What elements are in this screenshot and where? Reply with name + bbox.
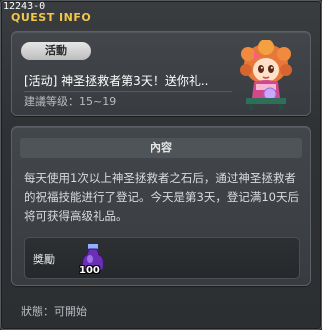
npc-portrait-icon xyxy=(240,40,292,110)
recommended-level: 建議等级：15~19 xyxy=(24,95,117,108)
reward-box: 獎勵 100 xyxy=(24,237,300,279)
window-title: QUEST INFO xyxy=(11,11,92,24)
event-badge: 活動 xyxy=(21,42,91,60)
quest-description: 每天使用1次以上神圣拯救者之石后，通过神圣拯救者的祝福技能进行了登记。今天是第3… xyxy=(24,171,299,223)
quest-content-card: 內容 每天使用1次以上神圣拯救者之石后，通过神圣拯救者的祝福技能进行了登记。今天… xyxy=(11,126,311,286)
divider xyxy=(24,91,232,92)
quest-status: 狀態：可開始 xyxy=(21,305,87,318)
reward-label: 獎勵 xyxy=(33,253,55,266)
quest-name: [活动] 神圣拯救者第3天！送你礼.. xyxy=(24,74,209,88)
content-header: 內容 xyxy=(20,138,302,158)
quest-summary-card: 活動 [活动] 神圣拯救者第3天！送你礼.. 建議等级：15~19 xyxy=(11,31,311,116)
reward-quantity: 100 xyxy=(79,265,100,276)
quest-info-window: 12243-0 QUEST INFO 活動 [活动] 神圣拯救者第3天！送你礼.… xyxy=(0,0,322,330)
